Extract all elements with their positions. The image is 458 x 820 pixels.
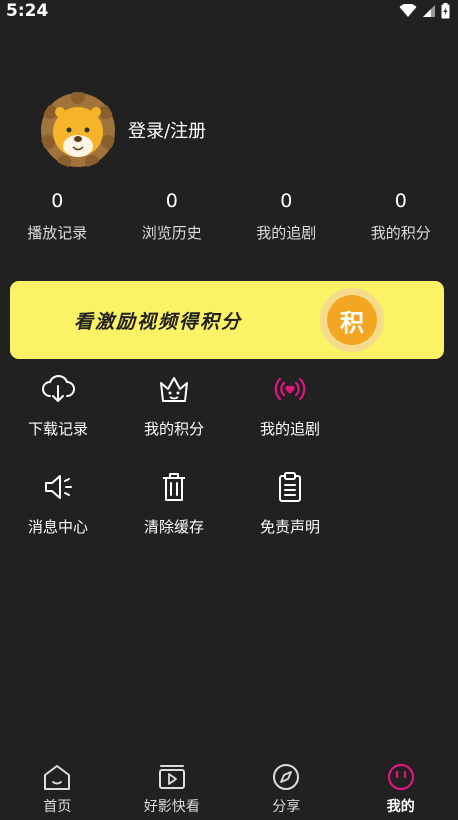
stat-label: 浏览历史 [141,224,202,242]
compass-icon [273,764,300,790]
menu-label: 我的追剧 [259,420,320,438]
status-icons [399,3,450,19]
tab-label: 首页 [43,799,72,815]
menu-label: 消息中心 [27,518,88,536]
clipboard-icon [279,472,301,502]
lion-avatar[interactable] [40,92,116,168]
wifi-icon [399,4,417,17]
bottom-tab-bar: 首页 好影快看 分享 我的 [0,756,458,820]
profile-header[interactable]: 登录/注册 [40,92,206,168]
stat-label: 我的积分 [370,224,431,242]
video-icon [158,765,185,789]
stat-value: 0 [51,190,64,212]
menu-label: 清除缓存 [143,518,204,536]
crown-icon [160,377,188,402]
battery-icon [441,3,450,19]
tab-share[interactable]: 分享 [229,756,344,820]
stat-my-follows[interactable]: 0 我的追剧 [229,188,344,243]
trash-icon [163,473,185,501]
tab-label: 好影快看 [143,799,200,815]
menu-download-history[interactable]: 下载记录 [0,372,116,470]
menu-message-center[interactable]: 消息中心 [0,470,116,568]
status-time: 5:24 [6,1,49,21]
menu-label: 我的积分 [143,420,204,438]
menu-my-follows[interactable]: 我的追剧 [232,372,348,470]
menu-label: 下载记录 [27,420,88,438]
reward-video-banner[interactable]: 看激励视频得积分 积 [10,281,444,359]
stats-row: 0 播放记录 0 浏览历史 0 我的追剧 0 我的积分 [0,188,458,243]
stat-my-points[interactable]: 0 我的积分 [344,188,458,243]
menu-label: 免责声明 [259,518,320,536]
stat-browse-history[interactable]: 0 浏览历史 [115,188,230,243]
stat-value: 0 [394,190,407,212]
banner-text: 看激励视频得积分 [74,310,243,333]
signal-icon [423,5,435,17]
broadcast-heart-icon [274,377,306,401]
stat-value: 0 [165,190,178,212]
coin-label: 积 [327,295,377,345]
login-register-link[interactable]: 登录/注册 [128,117,206,143]
menu-clear-cache[interactable]: 清除缓存 [116,470,232,568]
smiley-icon [387,763,414,791]
stat-value: 0 [280,190,293,212]
tab-quick-watch[interactable]: 好影快看 [115,756,230,820]
points-coin-icon: 积 [320,288,384,352]
tab-mine[interactable]: 我的 [344,756,458,820]
home-icon [44,765,71,790]
speaker-icon [45,475,72,499]
tab-label: 我的 [386,799,415,815]
menu-my-points[interactable]: 我的积分 [116,372,232,470]
menu-grid: 下载记录 我的积分 我的追剧 消息中心 清除缓存 免责声明 [0,372,458,568]
stat-label: 播放记录 [27,224,88,242]
stat-label: 我的追剧 [256,224,317,242]
stat-play-history[interactable]: 0 播放记录 [0,188,115,243]
cloud-download-icon [42,375,75,402]
status-bar: 5:24 [0,0,458,22]
tab-home[interactable]: 首页 [0,756,115,820]
tab-label: 分享 [272,799,301,815]
menu-disclaimer[interactable]: 免责声明 [232,470,348,568]
